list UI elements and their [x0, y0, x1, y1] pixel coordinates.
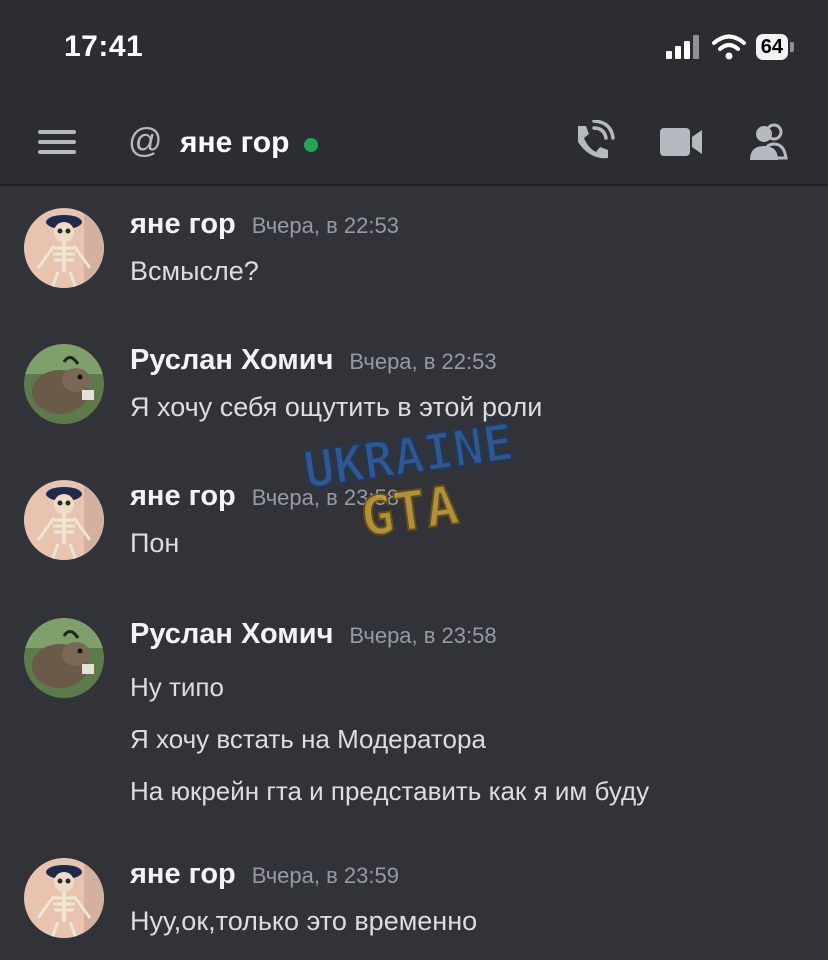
online-status-dot	[304, 138, 318, 152]
avatar[interactable]	[24, 858, 104, 938]
menu-icon[interactable]	[38, 130, 76, 154]
member-list-icon[interactable]	[748, 122, 792, 162]
message-author[interactable]: Руслан Хомич	[130, 344, 333, 377]
message-author[interactable]: яне гор	[130, 480, 236, 513]
message-author[interactable]: яне гор	[130, 858, 236, 891]
avatar[interactable]	[24, 208, 104, 288]
avatar[interactable]	[24, 480, 104, 560]
channel-header: @ яне гор	[0, 100, 828, 186]
message-text: Всмысле?	[130, 256, 259, 286]
message-text: Я хочу себя ощутить в этой роли	[130, 392, 543, 422]
message-timestamp: Вчера, в 23:58	[349, 623, 497, 648]
message-text: Я хочу встать на Модератора	[130, 724, 486, 754]
voice-call-icon[interactable]	[570, 120, 616, 164]
message-timestamp: Вчера, в 22:53	[349, 349, 497, 374]
at-icon: @	[128, 122, 163, 160]
channel-title: яне гор	[180, 126, 290, 159]
video-call-icon[interactable]	[660, 126, 704, 158]
avatar[interactable]	[24, 618, 104, 698]
message-text: Нуу,ок,только это временно	[130, 906, 478, 936]
message-timestamp: Вчера, в 23:58	[251, 485, 399, 510]
battery-level: 64	[755, 34, 788, 60]
battery-icon: 64	[755, 34, 794, 60]
cellular-signal-icon	[665, 35, 699, 59]
message-timestamp: Вчера, в 22:53	[251, 213, 399, 238]
wifi-icon	[711, 34, 746, 60]
message-text: Ну типо	[130, 672, 224, 702]
status-time: 17:41	[64, 30, 144, 63]
status-bar: 17:41 64	[0, 0, 828, 100]
message-text: На юкрейн гта и представить как я им буд…	[130, 776, 650, 806]
message-author[interactable]: Руслан Хомич	[130, 618, 333, 651]
avatar[interactable]	[24, 344, 104, 424]
message-list[interactable]: яне гор Вчера, в 22:53 Всмысле? Руслан Х…	[0, 186, 828, 960]
status-icons: 64	[665, 34, 794, 60]
message-author[interactable]: яне гор	[130, 208, 236, 241]
message-timestamp: Вчера, в 23:59	[251, 863, 399, 888]
message-text: Пон	[130, 528, 180, 558]
